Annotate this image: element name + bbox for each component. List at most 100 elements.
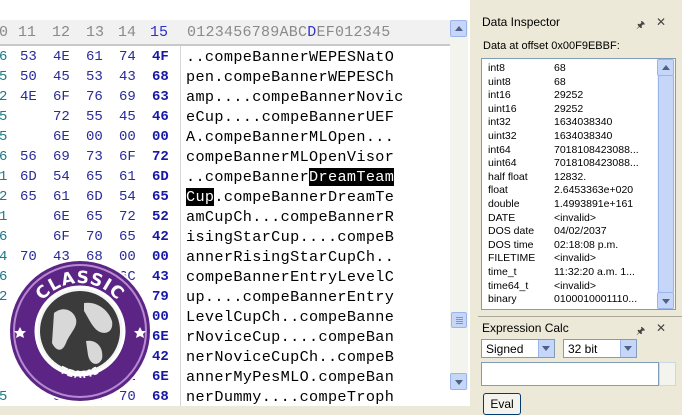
ascii-text[interactable]: annerRisingStarCupCh.. [186, 248, 394, 266]
data-inspector-list[interactable]: int8 68 uint8 68 int16 29252 uint16 29252 int32 1… [481, 58, 676, 310]
ascii-text[interactable]: LevelCupCh..compeBanne [186, 308, 394, 326]
hex-byte[interactable]: 45 [119, 109, 136, 125]
hex-byte[interactable]: 4F [152, 49, 169, 65]
ascii-text[interactable]: Cup.compeBannerDreamTe [186, 188, 394, 206]
ascii-text[interactable]: eCup....compeBannerUEF [186, 108, 394, 126]
hex-byte[interactable]: 46 [152, 109, 169, 125]
hex-editor[interactable]: 0 11 12 13 14 15 0123456789ABCDEF012345 … [0, 0, 470, 406]
list-item[interactable]: half float 12832. [488, 171, 658, 185]
list-item[interactable]: uint32 1634038340 [488, 130, 658, 144]
table-row[interactable]: 2 65 61 6D 54 65 Cup.compeBannerDreamTe [0, 188, 450, 208]
hex-byte[interactable]: 55 [86, 109, 103, 125]
hex-byte[interactable]: 72 [53, 109, 70, 125]
table-row[interactable]: 1 6E 65 72 52 amCupCh...compeBannerR [0, 208, 450, 228]
ascii-text[interactable]: pen.compeBannerWEPESCh [186, 68, 394, 86]
list-item[interactable]: uint64 7018108423088... [488, 157, 658, 171]
data-inspector-scrollbar[interactable] [657, 59, 675, 309]
hex-byte[interactable]: 72 [119, 209, 136, 225]
hex-byte[interactable]: 00 [86, 129, 103, 145]
list-item[interactable]: int8 68 [488, 62, 658, 76]
hex-byte[interactable]: 74 [119, 49, 136, 65]
hex-byte[interactable]: 56 [20, 149, 37, 165]
pin-icon[interactable]: 🖈 [636, 324, 645, 341]
list-item[interactable]: binary 0100010001110... [488, 293, 658, 307]
bits-dropdown-button[interactable] [620, 340, 636, 357]
ascii-selection[interactable]: DreamTeam [309, 168, 395, 186]
table-row[interactable]: 6 6F 70 65 42 isingStarCup....compeB [0, 228, 450, 248]
table-row[interactable]: 6 56 69 73 6F 72 compeBannerMLOpenVisor [0, 148, 450, 168]
hex-byte[interactable]: 52 [152, 209, 169, 225]
table-row[interactable]: 2 4E 6F 76 69 63 amp....compeBannerNovic [0, 88, 450, 108]
hex-byte[interactable]: 6D [86, 189, 103, 205]
hex-byte[interactable]: 6F [53, 89, 70, 105]
hex-byte[interactable]: 42 [152, 229, 169, 245]
hex-byte[interactable]: 6E [53, 129, 70, 145]
hex-byte[interactable]: 69 [119, 89, 136, 105]
pin-icon[interactable]: 🖈 [636, 18, 645, 35]
list-item[interactable]: int16 29252 [488, 89, 658, 103]
ascii-text[interactable]: amp....compeBannerNovic [186, 88, 404, 106]
hex-byte[interactable]: 65 [20, 189, 37, 205]
sign-select[interactable]: Signed [481, 339, 555, 358]
ascii-text[interactable]: annerMyPesMLO.compeBan [186, 368, 394, 386]
ascii-text[interactable]: compeBannerEntryLevelC [186, 268, 394, 286]
hex-byte[interactable]: 72 [152, 149, 169, 165]
list-item[interactable]: int64 7018108423088... [488, 144, 658, 158]
hex-byte[interactable]: 76 [86, 89, 103, 105]
ascii-text[interactable]: ..compeBannerDreamTeam [186, 168, 395, 186]
di-scroll-thumb[interactable] [658, 75, 674, 293]
hex-byte[interactable]: 00 [119, 129, 136, 145]
ascii-text[interactable]: isingStarCup....compeB [186, 228, 394, 246]
scroll-up-button[interactable] [450, 20, 467, 37]
ascii-text[interactable]: up....compeBannerEntry [186, 288, 394, 306]
hex-byte[interactable]: 61 [86, 49, 103, 65]
list-item[interactable]: time_t 11:32:20 a.m. 1... [488, 266, 658, 280]
list-item[interactable]: FILETIME <invalid> [488, 252, 658, 266]
table-row[interactable]: 5 6E 00 00 00 A.compeBannerMLOpen... [0, 128, 450, 148]
hex-byte[interactable]: 54 [119, 189, 136, 205]
bits-select[interactable]: 32 bit [563, 339, 637, 358]
hex-byte[interactable]: 65 [152, 189, 169, 205]
expression-input[interactable] [481, 362, 659, 386]
ascii-selection[interactable]: Cup [186, 188, 215, 206]
ascii-text[interactable]: rNoviceCup....compeBan [186, 328, 394, 346]
ascii-text[interactable]: A.compeBannerMLOpen... [186, 128, 394, 146]
ascii-text[interactable]: amCupCh...compeBannerR [186, 208, 394, 226]
list-item[interactable]: uint8 68 [488, 76, 658, 90]
scroll-down-button[interactable] [450, 373, 467, 390]
hex-byte[interactable]: 50 [20, 69, 37, 85]
hex-byte[interactable]: 6D [152, 169, 169, 185]
hex-byte[interactable]: 61 [53, 189, 70, 205]
hex-byte[interactable]: 4E [20, 89, 37, 105]
hex-scrollbar[interactable] [450, 20, 468, 390]
list-item[interactable]: time64_t <invalid> [488, 280, 658, 294]
hex-byte[interactable]: 65 [119, 229, 136, 245]
di-scroll-up-button[interactable] [657, 59, 674, 76]
scroll-thumb[interactable] [451, 312, 467, 328]
list-item[interactable]: uint16 29252 [488, 103, 658, 117]
table-row[interactable]: 1 6D 54 65 61 6D ..compeBannerDreamTeam [0, 168, 450, 188]
list-item[interactable]: float 2.6453363e+020 [488, 184, 658, 198]
hex-byte[interactable]: 4E [53, 49, 70, 65]
hex-byte[interactable]: 53 [86, 69, 103, 85]
table-row[interactable]: 5 50 45 53 43 68 pen.compeBannerWEPESCh [0, 68, 450, 88]
hex-byte[interactable]: 68 [152, 69, 169, 85]
ascii-text[interactable]: compeBannerMLOpenVisor [186, 148, 394, 166]
list-item[interactable]: DOS date 04/02/2037 [488, 225, 658, 239]
hex-byte[interactable]: 73 [86, 149, 103, 165]
di-scroll-down-button[interactable] [657, 292, 674, 309]
list-item[interactable]: DATE <invalid> [488, 212, 658, 226]
hex-byte[interactable]: 65 [86, 169, 103, 185]
hex-byte[interactable]: 61 [119, 169, 136, 185]
close-icon[interactable]: ✕ [656, 321, 666, 335]
list-item[interactable]: DOS time 02:18:08 p.m. [488, 239, 658, 253]
ascii-text[interactable]: nerDummy....compeTroph [186, 388, 394, 406]
hex-byte[interactable]: 45 [53, 69, 70, 85]
hex-byte[interactable]: 53 [20, 49, 37, 65]
hex-byte[interactable]: 6F [119, 149, 136, 165]
sign-dropdown-button[interactable] [538, 340, 554, 357]
hex-byte[interactable]: 63 [152, 89, 169, 105]
hex-byte[interactable]: 6D [20, 169, 37, 185]
list-item[interactable]: double 1.4993891e+161 [488, 198, 658, 212]
eval-button[interactable]: Eval [483, 393, 521, 415]
